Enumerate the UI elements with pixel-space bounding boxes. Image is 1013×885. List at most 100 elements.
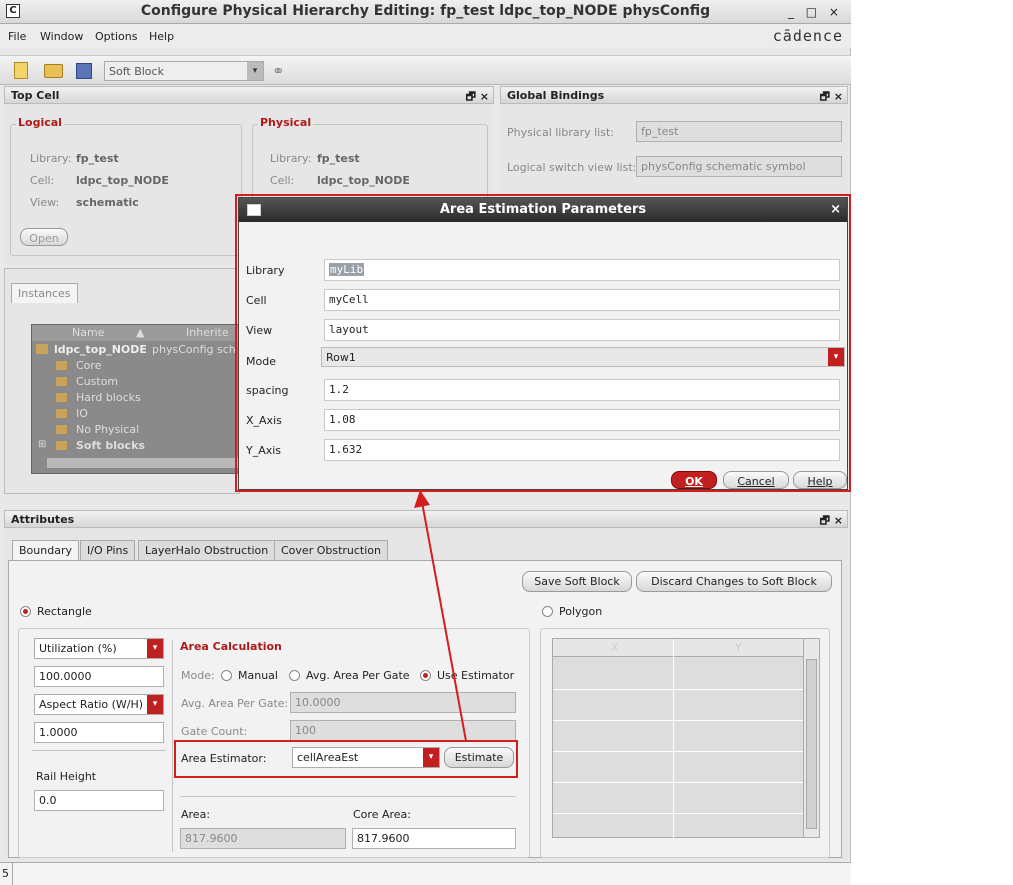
attributes-title-text: Attributes (11, 513, 75, 526)
table-row[interactable] (553, 720, 803, 721)
area-field[interactable]: 817.9600 (180, 828, 346, 849)
open-button[interactable]: Open (20, 228, 68, 246)
table-row[interactable] (553, 813, 803, 814)
window-controls[interactable]: _ □ × (788, 5, 843, 19)
polygon-radio[interactable] (542, 606, 553, 617)
folder-icon (56, 441, 67, 450)
table-row[interactable] (553, 689, 803, 690)
tree-item-custom[interactable]: Custom (32, 374, 242, 390)
tree-item-soft-blocks[interactable]: ⊞ Soft blocks (32, 438, 242, 454)
physical-cell-label: Cell: (270, 174, 295, 187)
logical-library-label: Library: (30, 152, 72, 165)
polygon-label: Polygon (559, 605, 603, 618)
physical-library-list-label: Physical library list: (507, 126, 614, 139)
utilization-field[interactable]: 100.0000 (34, 666, 164, 687)
logical-switch-view-label: Logical switch view list: (507, 161, 637, 174)
avg-area-label: Avg. Area Per Gate (306, 669, 410, 682)
table-row[interactable] (553, 751, 803, 752)
aspect-ratio-combo[interactable]: Aspect Ratio (W/H) ▾ (34, 694, 164, 715)
tab-io-pins[interactable]: I/O Pins (80, 540, 136, 560)
grid-col-divider (673, 639, 674, 839)
grid-header: X Y (553, 639, 803, 657)
save-icon[interactable] (76, 63, 92, 79)
open-folder-icon[interactable] (44, 64, 63, 78)
physical-library-label: Library: (270, 152, 312, 165)
folder-icon (56, 409, 67, 418)
polygon-coordinates-table[interactable]: X Y (552, 638, 820, 839)
physical-cell-value: ldpc_top_NODE (317, 174, 410, 187)
divider (32, 750, 166, 751)
sort-up-icon: ▲ (136, 326, 145, 339)
title-bar: C Configure Physical Hierarchy Editing: … (0, 0, 851, 24)
utilization-combo[interactable]: Utilization (%) ▾ (34, 638, 164, 659)
tree-item-no-physical[interactable]: No Physical (32, 422, 242, 438)
top-cell-panel-title: Top Cell 🗗 × (4, 86, 494, 104)
avg-area-per-gate-field[interactable]: 10.0000 (290, 692, 516, 713)
aspect-ratio-combo-value: Aspect Ratio (W/H) (39, 698, 144, 711)
tab-layerhalo[interactable]: LayerHalo Obstruction (138, 540, 276, 560)
logical-heading: Logical (16, 116, 64, 129)
tree-item-label: No Physical (76, 423, 140, 436)
menu-help[interactable]: Help (149, 30, 174, 43)
folder-icon (56, 393, 67, 402)
tab-cover-obstruction[interactable]: Cover Obstruction (274, 540, 389, 560)
mode-combo[interactable]: Soft Block ▾ (104, 61, 264, 81)
estimator-highlight (174, 740, 518, 778)
core-area-field[interactable]: 817.9600 (352, 828, 516, 849)
global-bindings-title: Global Bindings 🗗 × (500, 86, 848, 104)
grid-vscrollbar[interactable] (803, 639, 819, 837)
avg-area-radio[interactable] (289, 670, 300, 681)
rectangle-radio[interactable] (20, 606, 31, 617)
col-inherited-header[interactable]: Inherite (186, 326, 229, 339)
dialog-highlight (235, 194, 851, 492)
use-estimator-radio[interactable] (420, 670, 431, 681)
rectangle-label: Rectangle (37, 605, 92, 618)
physical-library-value: fp_test (317, 152, 360, 165)
tree-item-label: IO (76, 407, 88, 420)
scroll-thumb[interactable] (806, 659, 817, 829)
physical-heading: Physical (258, 116, 314, 129)
col-x-header[interactable]: X (611, 641, 619, 654)
logical-library-value: fp_test (76, 152, 119, 165)
menu-file[interactable]: File (8, 30, 26, 43)
expand-icon[interactable]: ⊞ (38, 439, 46, 450)
aspect-ratio-field[interactable]: 1.0000 (34, 722, 164, 743)
menu-window[interactable]: Window (40, 30, 83, 43)
hierarchy-icon[interactable]: ⚭ (272, 62, 285, 80)
table-row[interactable] (553, 782, 803, 783)
avg-area-per-gate-label: Avg. Area Per Gate: (181, 697, 289, 710)
menu-options[interactable]: Options (95, 30, 137, 43)
gate-count-label: Gate Count: (181, 725, 248, 738)
toolbar: Soft Block ▾ ⚭ (0, 55, 851, 85)
instances-tree: Name ▲ Inherite ldpc_top_NODE physConfig… (31, 324, 242, 474)
logical-switch-view-field[interactable]: physConfig schematic symbol (636, 156, 842, 177)
col-y-header[interactable]: Y (735, 641, 742, 654)
rail-height-field[interactable]: 0.0 (34, 790, 164, 811)
manual-label: Manual (238, 669, 278, 682)
tree-root-inherited: physConfig sch (152, 343, 236, 356)
status-text: 5 (2, 867, 9, 880)
physical-library-list-field[interactable]: fp_test (636, 121, 842, 142)
discard-changes-button[interactable]: Discard Changes to Soft Block (636, 571, 832, 592)
tab-instances[interactable]: Instances (11, 283, 78, 303)
tab-boundary[interactable]: Boundary (12, 540, 79, 560)
tree-item-io[interactable]: IO (32, 406, 242, 422)
tree-item-core[interactable]: Core (32, 358, 242, 374)
rail-height-label: Rail Height (36, 770, 97, 783)
manual-radio[interactable] (221, 670, 232, 681)
tree-root-row[interactable]: ldpc_top_NODE physConfig sch (32, 342, 242, 358)
new-file-icon[interactable] (14, 62, 28, 79)
mode-label: Mode: (181, 669, 215, 682)
tree-header: Name ▲ Inherite (32, 325, 242, 341)
mode-combo-value: Soft Block (109, 65, 164, 78)
tree-hscrollbar[interactable] (46, 457, 242, 469)
divider (180, 796, 516, 797)
status-bar: 5 (0, 862, 851, 885)
area-calc-heading: Area Calculation (180, 640, 282, 653)
tree-item-hard-blocks[interactable]: Hard blocks (32, 390, 242, 406)
top-cell-title-text: Top Cell (11, 89, 60, 102)
utilization-combo-value: Utilization (%) (39, 642, 117, 655)
save-soft-block-button[interactable]: Save Soft Block (522, 571, 632, 592)
col-name-header[interactable]: Name (72, 326, 104, 339)
gate-count-field[interactable]: 100 (290, 720, 516, 741)
